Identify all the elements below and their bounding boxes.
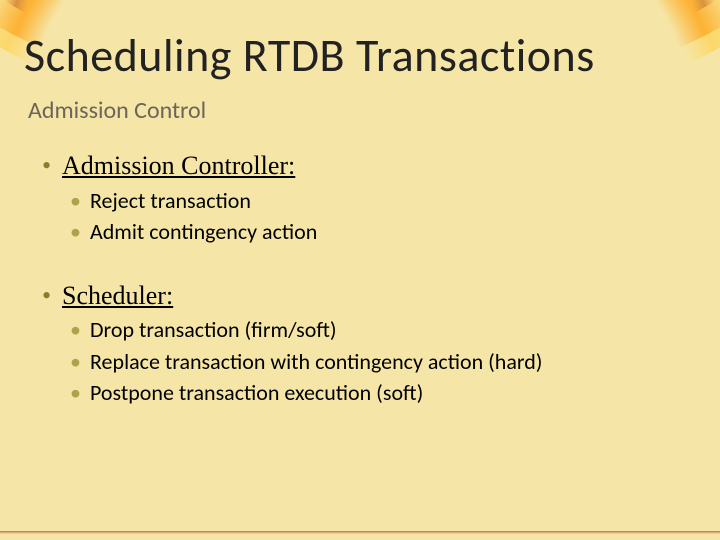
bullet-item: Drop transaction (firm/soft) xyxy=(66,316,690,344)
decorative-bottom-line xyxy=(0,531,720,534)
section-heading: Admission Controller: xyxy=(38,150,690,183)
slide-content: Admission Controller: Reject transaction… xyxy=(38,150,690,411)
bullet-item: Admit contingency action xyxy=(66,218,690,246)
bullet-item: Replace transaction with contingency act… xyxy=(66,348,690,376)
slide-title: Scheduling RTDB Transactions xyxy=(24,28,595,84)
slide: Scheduling RTDB Transactions Admission C… xyxy=(0,0,720,540)
slide-subtitle: Admission Control xyxy=(28,96,206,125)
bullet-item: Reject transaction xyxy=(66,187,690,215)
section-heading: Scheduler: xyxy=(38,280,690,313)
bullet-item: Postpone transaction execution (soft) xyxy=(66,379,690,407)
spacer xyxy=(38,250,690,280)
